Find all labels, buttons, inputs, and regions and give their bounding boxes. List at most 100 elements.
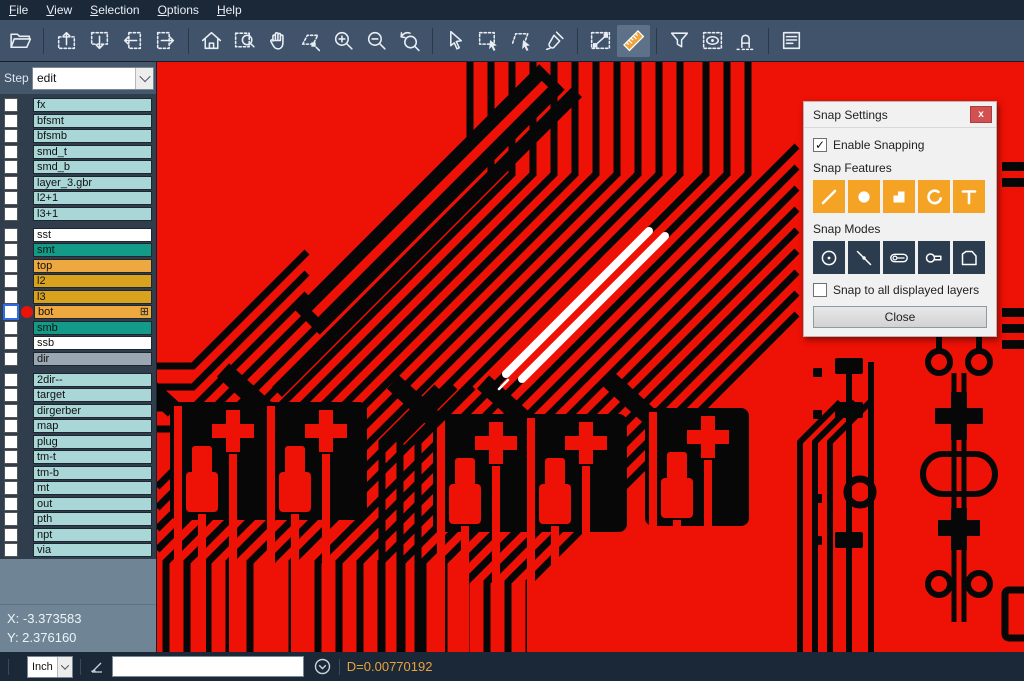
all-layers-checkbox[interactable] xyxy=(813,283,827,297)
layer-label[interactable]: map xyxy=(33,419,152,433)
pan-up-button[interactable] xyxy=(50,25,83,57)
angle-measure-icon[interactable] xyxy=(88,658,108,676)
menu-selection[interactable]: Selection xyxy=(81,1,148,19)
measure-ruler-button[interactable] xyxy=(617,25,650,57)
layer-visibility-checkbox[interactable] xyxy=(4,321,18,335)
measure-input[interactable] xyxy=(112,656,304,677)
snap-feature-arc-button[interactable] xyxy=(918,180,950,213)
layer-visibility-checkbox[interactable] xyxy=(4,419,18,433)
layer-visibility-checkbox[interactable] xyxy=(4,388,18,402)
menu-file[interactable]: File xyxy=(0,1,37,19)
layer-label[interactable]: via xyxy=(33,543,152,557)
layer-label[interactable]: bfsmt xyxy=(33,114,152,128)
pan-left-button[interactable] xyxy=(116,25,149,57)
layer-label[interactable]: pth xyxy=(33,512,152,526)
layer-label[interactable]: ssb xyxy=(33,336,152,350)
unit-select[interactable]: Inch xyxy=(27,656,73,678)
layer-label[interactable]: mt xyxy=(33,481,152,495)
snap-feature-line-button[interactable] xyxy=(813,180,845,213)
zoom-out-button[interactable] xyxy=(360,25,393,57)
zoom-window-button[interactable] xyxy=(228,25,261,57)
layer-label[interactable]: tm-t xyxy=(33,450,152,464)
layer-visibility-checkbox[interactable] xyxy=(4,145,18,159)
select-arrow-button[interactable] xyxy=(439,25,472,57)
layer-label[interactable]: layer_3.gbr xyxy=(33,176,152,190)
pan-down-button[interactable] xyxy=(83,25,116,57)
step-select[interactable]: edit xyxy=(32,67,154,90)
layer-visibility-checkbox[interactable] xyxy=(4,259,18,273)
snap-mode-pill-button[interactable] xyxy=(918,241,950,274)
layer-visibility-checkbox[interactable] xyxy=(4,243,18,257)
layer-label[interactable]: bfsmb xyxy=(33,129,152,143)
layer-visibility-checkbox[interactable] xyxy=(4,481,18,495)
layer-visibility-checkbox[interactable] xyxy=(4,512,18,526)
layer-label[interactable]: 2dir-- xyxy=(33,373,152,387)
chevron-down-icon[interactable] xyxy=(57,657,72,677)
menu-options[interactable]: Options xyxy=(149,1,208,19)
layer-label[interactable]: fx xyxy=(33,98,152,112)
layer-label[interactable]: l2 xyxy=(33,274,152,288)
menu-help[interactable]: Help xyxy=(208,1,251,19)
layers-panel-button[interactable] xyxy=(775,25,808,57)
select-poly-button[interactable] xyxy=(505,25,538,57)
layer-label[interactable]: target xyxy=(33,388,152,402)
layer-label[interactable]: dir xyxy=(33,352,152,366)
layer-visibility-checkbox[interactable] xyxy=(4,404,18,418)
layer-label[interactable]: smd_t xyxy=(33,145,152,159)
menu-view[interactable]: View xyxy=(37,1,81,19)
zoom-home-button[interactable] xyxy=(195,25,228,57)
apply-refresh-icon[interactable] xyxy=(313,657,332,676)
layer-label[interactable]: smb xyxy=(33,321,152,335)
layer-label[interactable]: plug xyxy=(33,435,152,449)
pan-hand-button[interactable] xyxy=(261,25,294,57)
snap-feature-pad-button[interactable] xyxy=(848,180,880,213)
layer-visibility-checkbox[interactable] xyxy=(4,114,18,128)
layer-label[interactable]: smd_b xyxy=(33,160,152,174)
layer-visibility-checkbox[interactable] xyxy=(4,290,18,304)
layer-visibility-checkbox[interactable] xyxy=(4,543,18,557)
layer-visibility-checkbox[interactable] xyxy=(4,528,18,542)
open-button[interactable] xyxy=(4,25,37,57)
layer-visibility-checkbox[interactable] xyxy=(4,466,18,480)
zoom-previous-button[interactable] xyxy=(393,25,426,57)
layer-visibility-checkbox[interactable] xyxy=(4,191,18,205)
layer-label[interactable]: npt xyxy=(33,528,152,542)
layer-visibility-checkbox[interactable] xyxy=(4,352,18,366)
layer-label[interactable]: bot⊞ xyxy=(34,305,152,319)
enable-snapping-checkbox[interactable]: ✓ xyxy=(813,138,827,152)
measure-line-button[interactable] xyxy=(584,25,617,57)
layer-visibility-checkbox[interactable] xyxy=(4,274,18,288)
layer-visibility-checkbox[interactable] xyxy=(4,98,18,112)
snap-feature-text-button[interactable] xyxy=(953,180,985,213)
layer-label[interactable]: top xyxy=(33,259,152,273)
snap-feature-surface-button[interactable] xyxy=(883,180,915,213)
layer-visibility-checkbox[interactable] xyxy=(4,450,18,464)
layer-label[interactable]: tm-b xyxy=(33,466,152,480)
filter-button[interactable] xyxy=(663,25,696,57)
layer-visibility-checkbox[interactable] xyxy=(4,176,18,190)
snap-mode-end-button[interactable] xyxy=(883,241,915,274)
zoom-object-button[interactable] xyxy=(294,25,327,57)
layer-visibility-checkbox[interactable] xyxy=(4,129,18,143)
snap-mode-point-button[interactable] xyxy=(848,241,880,274)
layer-visibility-checkbox[interactable] xyxy=(4,497,18,511)
close-icon[interactable]: x xyxy=(970,106,992,123)
layer-visibility-checkbox[interactable] xyxy=(4,435,18,449)
layer-label[interactable]: l3+1 xyxy=(33,207,152,221)
select-rect-button[interactable] xyxy=(472,25,505,57)
layer-label[interactable]: l2+1 xyxy=(33,191,152,205)
chevron-down-icon[interactable] xyxy=(135,68,153,89)
clean-button[interactable] xyxy=(538,25,571,57)
layer-visibility-checkbox[interactable] xyxy=(4,373,18,387)
zoom-in-button[interactable] xyxy=(327,25,360,57)
snap-mode-center-button[interactable] xyxy=(813,241,845,274)
layer-visibility-checkbox[interactable] xyxy=(3,304,19,320)
snap-mode-contour-button[interactable] xyxy=(953,241,985,274)
layer-visibility-checkbox[interactable] xyxy=(4,336,18,350)
layer-visibility-checkbox[interactable] xyxy=(4,207,18,221)
enable-snapping-row[interactable]: ✓ Enable Snapping xyxy=(813,138,987,152)
close-button[interactable]: Close xyxy=(813,306,987,328)
layer-visibility-checkbox[interactable] xyxy=(4,228,18,242)
layer-label[interactable]: out xyxy=(33,497,152,511)
layer-visibility-checkbox[interactable] xyxy=(4,160,18,174)
